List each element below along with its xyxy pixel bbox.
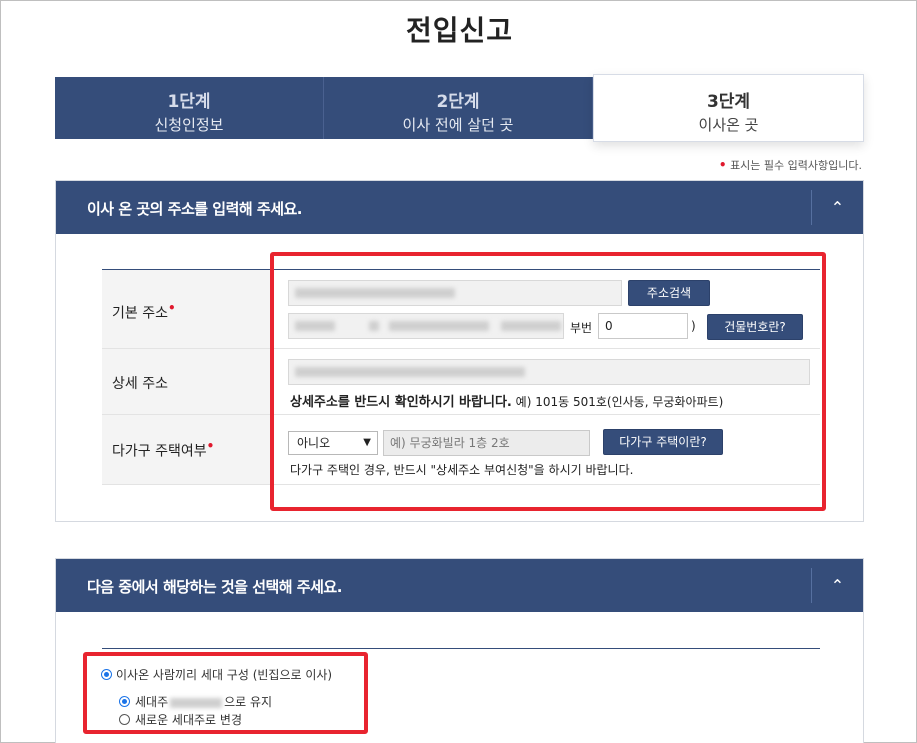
step-3-number: 3단계 xyxy=(706,92,751,112)
step-1-tab[interactable]: 1단계 신청인정보 xyxy=(55,77,324,139)
basic-address-label-cell: 기본 주소• xyxy=(102,270,270,348)
page-title: 전입신고 xyxy=(405,14,514,47)
multi-house-label-cell: 다가구 주택여부• xyxy=(102,415,270,484)
step-2-tab[interactable]: 2단계 이사 전에 살던 곳 xyxy=(324,77,593,139)
required-note-text: 표시는 필수 입력사항입니다. xyxy=(730,159,862,172)
step-2-label: 이사 전에 살던 곳 xyxy=(402,116,514,134)
highlight-box xyxy=(83,652,368,734)
required-note: • 표시는 필수 입력사항입니다. xyxy=(719,157,862,173)
step-3-tab-active[interactable]: 3단계 이사온 곳 xyxy=(593,74,864,142)
step-progress: 1단계 신청인정보 2단계 이사 전에 살던 곳 3단계 이사온 곳 xyxy=(55,74,864,142)
step-3-label: 이사온 곳 xyxy=(698,116,759,134)
required-dot-icon: • xyxy=(206,439,215,453)
chevron-up-icon[interactable]: ⌃ xyxy=(811,568,863,603)
step-1-label: 신청인정보 xyxy=(154,116,224,134)
address-section: 이사 온 곳의 주소를 입력해 주세요. ⌃ 기본 주소• 주소검색 부번 0 xyxy=(55,180,864,522)
required-dot-icon: • xyxy=(167,301,176,315)
highlight-box xyxy=(270,252,826,511)
detail-address-label-cell: 상세 주소 xyxy=(102,349,270,414)
address-section-title: 이사 온 곳의 주소를 입력해 주세요. xyxy=(87,200,303,218)
household-section-title: 다음 중에서 해당하는 것을 선택해 주세요. xyxy=(87,578,342,596)
household-section: 다음 중에서 해당하는 것을 선택해 주세요. ⌃ 이사온 사람끼리 세대 구성… xyxy=(55,558,864,743)
basic-address-label: 기본 주소 xyxy=(112,305,168,322)
step-2-number: 2단계 xyxy=(436,92,480,112)
step-1-number: 1단계 xyxy=(167,92,211,112)
chevron-up-icon[interactable]: ⌃ xyxy=(811,190,863,225)
required-dot-icon: • xyxy=(718,158,727,172)
multi-house-label: 다가구 주택여부 xyxy=(112,443,207,460)
section-divider xyxy=(102,648,820,649)
detail-address-label: 상세 주소 xyxy=(112,376,168,392)
household-section-header: 다음 중에서 해당하는 것을 선택해 주세요. ⌃ xyxy=(56,559,863,612)
address-section-header: 이사 온 곳의 주소를 입력해 주세요. ⌃ xyxy=(56,181,863,234)
